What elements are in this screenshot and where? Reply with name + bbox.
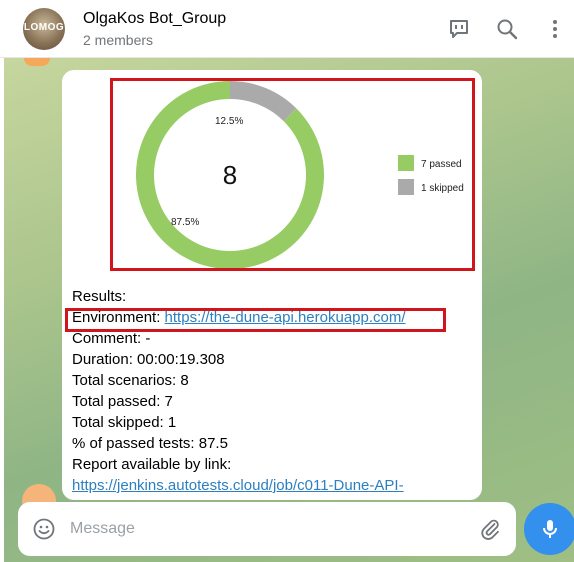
passed-percent-line: % of passed tests: 87.5 bbox=[72, 435, 228, 452]
group-avatar[interactable]: LOMOG bbox=[23, 8, 65, 50]
total-scenarios-line: Total scenarios: 8 bbox=[72, 372, 189, 389]
voice-record-button[interactable] bbox=[524, 503, 574, 555]
environment-label: Environment: bbox=[72, 309, 165, 326]
microphone-icon bbox=[543, 520, 557, 538]
chart-highlight-box: 87.5% 12.5% 8 7 passed 1 skipped bbox=[110, 78, 475, 271]
members-count[interactable]: 2 members bbox=[83, 32, 153, 48]
slice-label-1: 12.5% bbox=[215, 116, 243, 127]
search-icon[interactable] bbox=[495, 17, 519, 41]
avatar-logo-text: LOMOG bbox=[23, 22, 65, 33]
results-label: Results: bbox=[72, 288, 127, 305]
message-composer bbox=[18, 502, 516, 556]
bot-commands-icon[interactable] bbox=[447, 17, 471, 41]
total-passed-line: Total passed: 7 bbox=[72, 393, 173, 410]
results-line: Results: bbox=[72, 286, 406, 307]
total-skipped-line: Total skipped: 1 bbox=[72, 414, 177, 431]
message-bubble[interactable]: 87.5% 12.5% 8 7 passed 1 skipped Results: En… bbox=[62, 70, 482, 500]
donut-chart: 87.5% 12.5% 8 7 passed 1 skipped bbox=[136, 81, 464, 268]
results-text: Results: Environment: https://the-dune-a… bbox=[72, 286, 406, 496]
sender-avatar-partial[interactable] bbox=[24, 58, 50, 66]
message-input[interactable] bbox=[70, 512, 460, 546]
environment-link[interactable]: https://the-dune-api.herokuapp.com/ bbox=[165, 309, 406, 326]
duration-line: Duration: 00:00:19.308 bbox=[72, 351, 225, 368]
legend-label-1: 1 skipped bbox=[421, 183, 464, 194]
legend-label-0: 7 passed bbox=[421, 159, 462, 170]
report-link[interactable]: https://jenkins.autotests.cloud/job/c011… bbox=[72, 477, 404, 494]
attach-icon[interactable] bbox=[478, 517, 502, 541]
legend-swatch-1 bbox=[398, 179, 414, 195]
legend-swatch-0 bbox=[398, 155, 414, 171]
left-strip bbox=[0, 58, 4, 562]
chart-center-total: 8 bbox=[223, 160, 237, 190]
chat-header: LOMOG OlgaKos Bot_Group 2 members bbox=[0, 0, 574, 58]
chat-title[interactable]: OlgaKos Bot_Group bbox=[83, 10, 226, 28]
report-label-line: Report available by link: bbox=[72, 456, 232, 473]
slice-label-0: 87.5% bbox=[171, 217, 199, 228]
comment-line: Comment: - bbox=[72, 330, 151, 347]
more-vertical-icon[interactable] bbox=[543, 17, 567, 41]
environment-line: Environment: https://the-dune-api.heroku… bbox=[72, 307, 406, 328]
emoji-icon[interactable] bbox=[32, 517, 56, 541]
